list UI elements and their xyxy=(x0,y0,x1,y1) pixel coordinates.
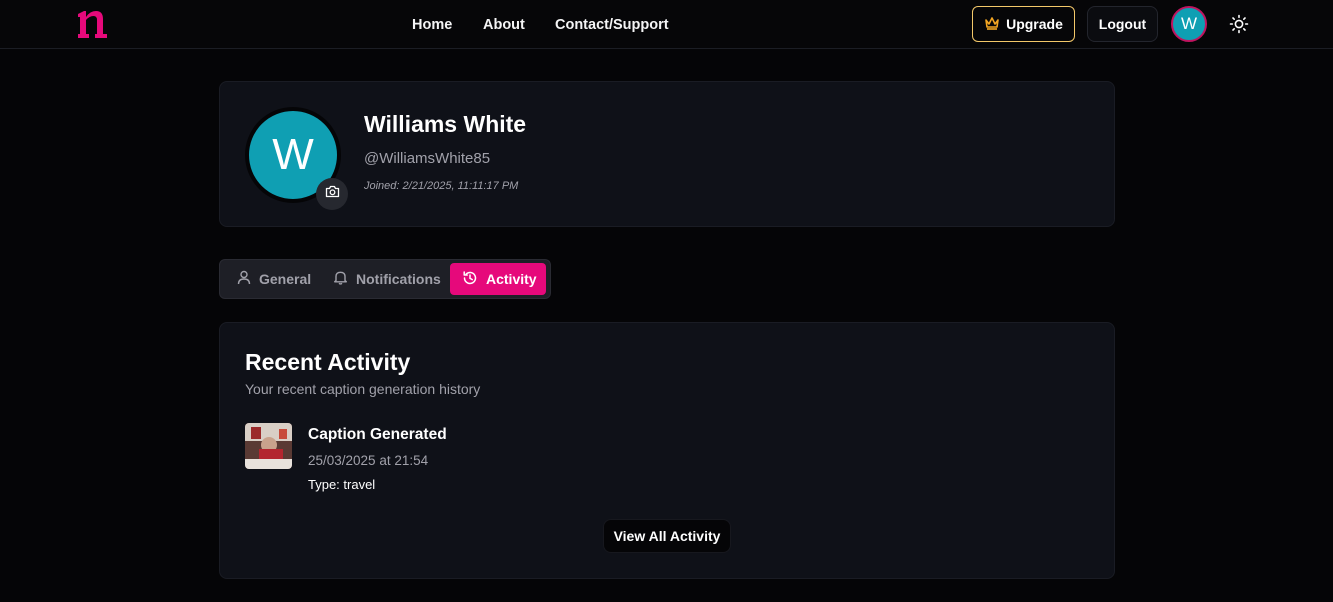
profile-name: Williams White xyxy=(364,111,527,137)
activity-thumbnail xyxy=(245,423,292,469)
nav-link-home[interactable]: Home xyxy=(412,16,452,34)
view-all-activity-button[interactable]: View All Activity xyxy=(603,519,731,553)
bell-icon xyxy=(333,270,348,288)
tab-activity[interactable]: Activity xyxy=(450,263,546,295)
camera-icon xyxy=(325,185,340,203)
tab-notifications[interactable]: Notifications xyxy=(323,263,448,295)
history-icon xyxy=(462,270,478,289)
user-icon xyxy=(237,270,251,288)
profile-handle: @WilliamsWhite85 xyxy=(364,150,491,167)
activity-item-type: Type: travel xyxy=(308,477,376,492)
crown-icon xyxy=(984,16,1000,33)
change-avatar-button[interactable] xyxy=(316,178,348,210)
top-navbar: Home About Contact/Support Upgrade Logou… xyxy=(0,0,1333,49)
profile-joined-date: Joined: 2/21/2025, 11:11:17 PM xyxy=(364,180,519,192)
sun-icon[interactable] xyxy=(1228,13,1250,35)
tab-label-activity: Activity xyxy=(486,271,537,287)
profile-tabs: General Notifications Activity xyxy=(219,259,551,299)
tab-general[interactable]: General xyxy=(222,263,322,295)
nav-link-contact-support[interactable]: Contact/Support xyxy=(555,16,669,34)
recent-activity-title: Recent Activity xyxy=(245,349,411,375)
list-item[interactable]: Caption Generated 25/03/2025 at 21:54 Ty… xyxy=(245,423,845,495)
activity-item-date: 25/03/2025 at 21:54 xyxy=(308,453,429,468)
logout-button[interactable]: Logout xyxy=(1087,6,1158,42)
recent-activity-subtitle: Your recent caption generation history xyxy=(245,381,481,397)
recent-activity-card: Recent Activity Your recent caption gene… xyxy=(219,322,1115,579)
nav-link-about[interactable]: About xyxy=(483,16,525,34)
activity-item-title: Caption Generated xyxy=(308,426,447,443)
n-logo-icon[interactable] xyxy=(76,5,108,41)
upgrade-button[interactable]: Upgrade xyxy=(972,6,1075,42)
upgrade-label: Upgrade xyxy=(1006,16,1063,32)
profile-card: W Williams White @WilliamsWhite85 Joined… xyxy=(219,81,1115,227)
avatar[interactable]: W xyxy=(1171,6,1207,42)
tab-label-notifications: Notifications xyxy=(356,271,441,287)
tab-label-general: General xyxy=(259,271,312,287)
